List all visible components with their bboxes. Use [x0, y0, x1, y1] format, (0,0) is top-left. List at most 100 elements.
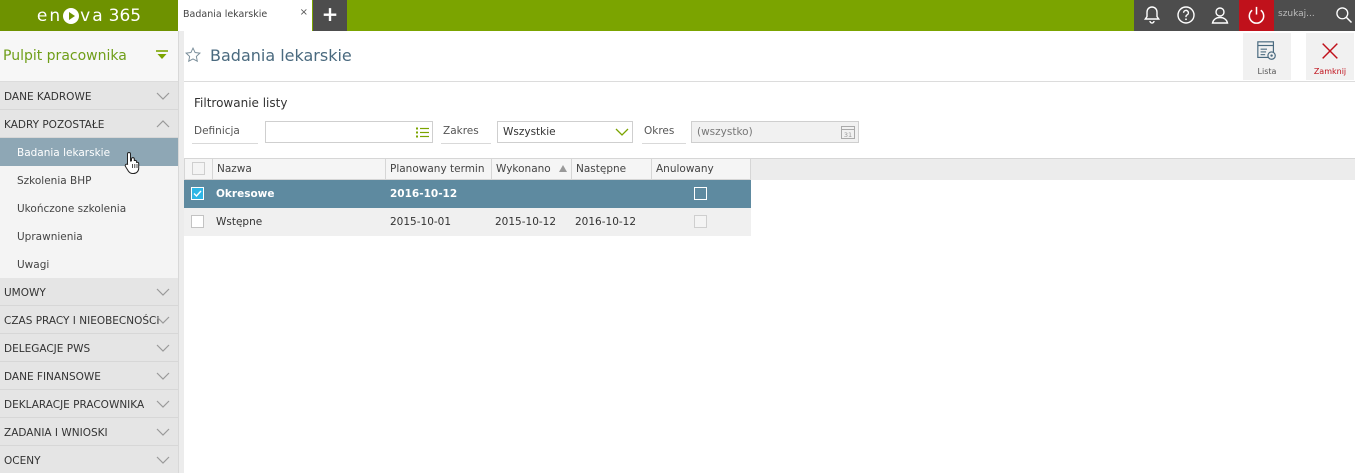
logo-text-left: en — [36, 5, 63, 26]
sidebar-section-umowy[interactable]: UMOWY — [0, 278, 178, 306]
column-header-nastepne[interactable]: Następne — [572, 159, 652, 179]
cell-nazwa: Okresowe — [216, 188, 275, 200]
okres-label: Okres — [642, 118, 686, 144]
section-label: DELEGACJE PWS — [4, 343, 91, 355]
tab-close-icon[interactable]: × — [300, 7, 308, 18]
close-button[interactable]: Zamknij — [1306, 33, 1354, 80]
sidebar-item-label: Uprawnienia — [17, 231, 83, 243]
logo-play-icon — [63, 7, 80, 24]
filter-title: Filtrowanie listy — [194, 96, 288, 110]
chevron-down-icon — [156, 400, 170, 408]
close-button-label: Zamknij — [1313, 67, 1347, 76]
main-header: Badania lekarskie Lista Zamknij — [184, 31, 1355, 82]
logo-text-right: va — [80, 5, 105, 26]
sidebar-section-deklaracje-pracownika[interactable]: DEKLARACJE PRACOWNIKA — [0, 390, 178, 418]
sidebar-item-uwagi[interactable]: Uwagi — [0, 250, 178, 278]
top-bar: en va 365 Badania lekarskie × + szukaj..… — [0, 0, 1355, 31]
chevron-up-icon — [156, 120, 170, 128]
chevron-down-icon — [156, 92, 170, 100]
chevron-down-icon — [156, 372, 170, 380]
column-header-wykonano[interactable]: Wykonano — [492, 159, 572, 179]
search-input[interactable]: szukaj... — [1274, 0, 1355, 31]
section-label: DEKLARACJE PRACOWNIKA — [4, 399, 145, 411]
sidebar-item-label: Badania lekarskie — [17, 147, 111, 159]
zakres-label: Zakres — [441, 118, 491, 144]
sidebar-item-szkolenia-bhp[interactable]: Szkolenia BHP — [0, 166, 178, 194]
sidebar-item-label: Szkolenia BHP — [17, 175, 92, 187]
logo[interactable]: en va 365 — [0, 0, 178, 31]
logout-button[interactable] — [1239, 0, 1274, 31]
sidebar: Pulpit pracownika DANE KADROWE KADRY POZ… — [0, 31, 178, 473]
zakres-value: Wszystkie — [503, 126, 556, 138]
section-label: ZADANIA I WNIOSKI — [4, 427, 108, 439]
okres-field[interactable]: (wszystko) 31 — [691, 121, 859, 143]
select-all-checkbox[interactable] — [192, 162, 205, 175]
tab-badania-lekarskie[interactable]: Badania lekarskie × — [178, 0, 312, 31]
definicja-label: Definicja — [192, 118, 258, 144]
cell-nazwa: Wstępne — [216, 216, 263, 228]
column-header-label: Wykonano — [496, 163, 551, 175]
definicja-field[interactable] — [265, 121, 433, 143]
okres-value: (wszystko) — [697, 126, 753, 138]
cell-wykonano: 2015-10-12 — [495, 216, 557, 228]
search-placeholder: szukaj... — [1278, 9, 1315, 19]
sidebar-section-delegacje-pws[interactable]: DELEGACJE PWS — [0, 334, 178, 362]
sidebar-splitter[interactable] — [178, 31, 184, 473]
sidebar-item-label: Uwagi — [17, 259, 50, 271]
chevron-down-icon — [156, 344, 170, 352]
cell-nastepne: 2016-10-12 — [575, 216, 637, 228]
section-label: UMOWY — [4, 287, 46, 299]
sidebar-section-kadry-pozostale[interactable]: KADRY POZOSTAŁE — [0, 110, 178, 138]
sort-ascending-icon — [559, 165, 567, 172]
help-icon[interactable] — [1174, 3, 1198, 27]
sidebar-section-oceny[interactable]: OCENY — [0, 446, 178, 473]
sidebar-section-czas-pracy[interactable]: CZAS PRACY I NIEOBECNOŚCI — [0, 306, 178, 334]
sidebar-section-zadania-i-wnioski[interactable]: ZADANIA I WNIOSKI — [0, 418, 178, 446]
zakres-select[interactable]: Wszystkie — [497, 121, 633, 143]
sidebar-item-ukonczone-szkolenia[interactable]: Ukończone szkolenia — [0, 194, 178, 222]
sidebar-title: Pulpit pracownika — [3, 48, 127, 64]
chevron-down-icon — [615, 128, 629, 136]
column-header-anulowany[interactable]: Anulowany — [652, 159, 750, 179]
user-icon[interactable] — [1208, 3, 1232, 27]
cell-planowany-termin: 2016-10-12 — [390, 188, 458, 200]
checkmark-icon — [193, 190, 202, 198]
cell-anulowany-checkbox[interactable] — [694, 215, 707, 228]
table-row[interactable]: Okresowe 2016-10-12 — [184, 180, 751, 208]
section-label: DANE KADROWE — [4, 91, 92, 103]
list-picker-icon[interactable] — [416, 127, 429, 138]
sidebar-header[interactable]: Pulpit pracownika — [0, 31, 178, 82]
column-header-nazwa[interactable]: Nazwa — [213, 159, 386, 179]
bell-icon[interactable] — [1140, 3, 1164, 27]
section-label: KADRY POZOSTAŁE — [4, 119, 105, 131]
chevron-down-icon — [156, 428, 170, 436]
row-checkbox[interactable] — [191, 215, 204, 228]
page-title: Badania lekarskie — [210, 46, 352, 65]
select-all-cell — [185, 159, 213, 179]
sidebar-section-dane-finansowe[interactable]: DANE FINANSOWE — [0, 362, 178, 390]
sidebar-item-label: Ukończone szkolenia — [17, 203, 127, 215]
row-checkbox[interactable] — [191, 187, 204, 200]
close-icon — [1322, 43, 1338, 59]
list-button[interactable]: Lista — [1243, 33, 1291, 80]
calendar-icon[interactable]: 31 — [841, 125, 855, 139]
table-row[interactable]: Wstępne 2015-10-01 2015-10-12 2016-10-12 — [184, 208, 751, 236]
svg-text:31: 31 — [844, 131, 852, 139]
chevron-down-icon — [156, 456, 170, 464]
section-label: OCENY — [4, 455, 41, 467]
list-button-label: Lista — [1257, 67, 1277, 76]
sidebar-section-dane-kadrowe[interactable]: DANE KADROWE — [0, 82, 178, 110]
search-icon[interactable] — [1334, 5, 1354, 25]
add-tab-button[interactable]: + — [313, 0, 347, 31]
chevron-down-icon — [156, 288, 170, 296]
cell-anulowany-checkbox[interactable] — [694, 187, 707, 200]
logo-number: 365 — [108, 5, 142, 26]
favorite-star-icon[interactable] — [184, 46, 202, 64]
section-label: CZAS PRACY I NIEOBECNOŚCI — [4, 315, 160, 327]
sidebar-item-badania-lekarskie[interactable]: Badania lekarskie — [0, 138, 178, 166]
filter-dropdown-icon[interactable] — [156, 50, 168, 60]
column-header-planowany-termin[interactable]: Planowany termin — [386, 159, 492, 179]
tab-label: Badania lekarskie — [183, 9, 268, 20]
list-settings-icon — [1257, 41, 1276, 60]
sidebar-item-uprawnienia[interactable]: Uprawnienia — [0, 222, 178, 250]
